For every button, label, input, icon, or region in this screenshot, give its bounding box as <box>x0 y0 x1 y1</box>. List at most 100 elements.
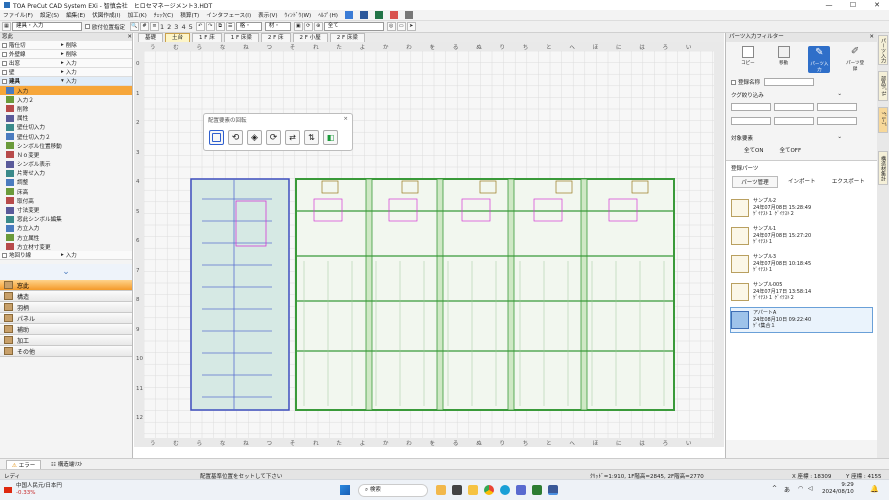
collapse-arrow-icon[interactable]: ⌄ <box>0 264 132 281</box>
view-icon[interactable]: ▣ <box>293 22 303 31</box>
section-bay-window[interactable]: 出窓 ▸ 入力 <box>0 59 132 68</box>
word-icon[interactable] <box>360 11 368 19</box>
panel-close-icon[interactable]: ✕ <box>127 33 132 41</box>
flip-vertical-button[interactable]: ⇅ <box>304 130 319 145</box>
redo-icon[interactable]: ↷ <box>205 22 215 31</box>
nav-item[interactable]: 補助 <box>0 324 132 336</box>
structure-list-tab[interactable]: ☷ 構造端ﾘｽﾄ <box>46 460 87 468</box>
app-shortcut-icon[interactable] <box>345 11 353 19</box>
nav-item[interactable]: 羽柄 <box>0 302 132 314</box>
parts-card[interactable]: アパートA 24年08月10日 09:22:40 ｹﾞｲ集合１ <box>730 307 873 333</box>
tab-sill[interactable]: 土台 <box>165 32 191 43</box>
dock-select[interactable]: 全て <box>323 22 384 31</box>
parts-card[interactable]: サンプル005 24年07月17日 13:58:14 ｹﾞｲﾃｽﾄ１ ｹﾞｲﾃｽﾄ２ <box>730 279 873 305</box>
tray-chevron-icon[interactable]: ^ <box>772 485 777 492</box>
side-tab-parts[interactable]: パーツ入力 <box>878 35 888 65</box>
command-item[interactable]: 寸法変更 <box>0 205 132 214</box>
ime-indicator[interactable]: あ <box>784 485 790 494</box>
tab-1f-floor[interactable]: 1 F 床 <box>192 32 222 43</box>
menu-window[interactable]: ｳｨﾝﾄﾞｳ(W) <box>285 11 312 19</box>
command-item[interactable]: 壁仕切入力 <box>0 123 132 132</box>
tab-2f-floor-beam[interactable]: 2 F 床梁 <box>329 32 365 43</box>
list-icon[interactable]: ☰ <box>225 22 235 31</box>
menu-process[interactable]: 加工(K) <box>128 11 147 19</box>
section-wall[interactable]: 壁 ▸ 入力 <box>0 68 132 77</box>
command-item[interactable]: 入力２ <box>0 95 132 104</box>
nav-item[interactable]: パネル <box>0 313 132 325</box>
rotate-none-button[interactable] <box>209 130 224 145</box>
section-ground-line[interactable]: 地回り線 ▸ 入力 <box>0 251 132 261</box>
floor-num-1[interactable]: 1 <box>160 23 164 31</box>
notification-icon[interactable]: 🔔 <box>870 485 879 493</box>
image-icon[interactable] <box>390 11 398 19</box>
command-item[interactable]: 属性 <box>0 114 132 123</box>
export-button[interactable]: エクスポート <box>826 176 871 188</box>
floor-num-5[interactable]: 5 <box>189 23 193 31</box>
copy-tool-button[interactable]: コピー <box>737 46 759 73</box>
command-item[interactable]: シンボル表示 <box>0 160 132 169</box>
menu-estimate[interactable]: 積算(T) <box>180 11 199 19</box>
menu-view[interactable]: 表示(V) <box>258 11 277 19</box>
command-item[interactable]: 調整 <box>0 178 132 187</box>
section-stair-partition[interactable]: 階仕切 ▸ 削除 <box>0 41 132 50</box>
tag-filter-1[interactable] <box>731 103 771 111</box>
reset-rotation-button[interactable]: ◧ <box>323 130 338 145</box>
parts-register-tool-button[interactable]: ✐ パーツ登録 <box>844 46 866 73</box>
side-tab-group[interactable]: ｸﾞﾙｰﾌﾟ <box>878 107 888 133</box>
import-button[interactable]: インポート <box>782 176 822 188</box>
panel-close-icon[interactable]: ✕ <box>869 33 877 42</box>
cad-app-icon[interactable] <box>548 485 558 495</box>
arrow-icon[interactable]: ➤ <box>406 22 416 31</box>
floor-num-3[interactable]: 3 <box>174 23 178 31</box>
command-item[interactable]: 方立材寸変更 <box>0 242 132 251</box>
dialog-close-button[interactable]: × <box>343 116 348 124</box>
layer-icon[interactable]: ≡ <box>150 22 160 31</box>
command-item[interactable]: 方立属性 <box>0 233 132 242</box>
command-item[interactable]: Ｎｏ変更 <box>0 150 132 159</box>
nav-item[interactable]: 構造 <box>0 291 132 303</box>
target-icon[interactable]: ◎ <box>386 22 396 31</box>
menu-settings[interactable]: 設定(S) <box>40 11 59 19</box>
tab-1f-floor-beam[interactable]: 1 F 床梁 <box>223 32 259 43</box>
menu-help[interactable]: ﾍﾙﾌﾟ(H) <box>318 11 338 19</box>
parts-card[interactable]: サンプル1 24年07月08日 15:27:20 ｹﾞｲﾃｽﾄ１ <box>730 223 873 249</box>
tag-filter-3[interactable] <box>817 103 857 111</box>
tag-filter-4[interactable] <box>731 117 771 125</box>
move-tool-button[interactable]: 移動 <box>773 46 795 73</box>
rotate-180-button[interactable]: ◈ <box>247 130 262 145</box>
command-item[interactable]: 片寄せ入力 <box>0 169 132 178</box>
floor-num-4[interactable]: 4 <box>181 23 185 31</box>
volume-icon[interactable]: ◁ <box>808 485 813 492</box>
command-item[interactable]: 取付高 <box>0 196 132 205</box>
wifi-icon[interactable]: ◠ <box>798 485 803 492</box>
taskbar-search[interactable]: ⌕ 検索 <box>358 484 428 497</box>
flip-horizontal-button[interactable]: ⇄ <box>285 130 300 145</box>
parts-card[interactable]: サンプル2 24年07月08日 15:28:49 ｹﾞｲﾃｽﾄ１ ｹﾞｲﾃｽﾄ２ <box>730 195 873 221</box>
command-item[interactable]: 削除 <box>0 104 132 113</box>
command-item[interactable]: 方立入力 <box>0 224 132 233</box>
close-button[interactable]: ✕ <box>865 0 889 10</box>
maximize-button[interactable]: ☐ <box>841 0 865 10</box>
menu-edit[interactable]: 編集(E) <box>66 11 85 19</box>
parts-manage-button[interactable]: パーツ管理 <box>732 176 778 188</box>
app-icon-3[interactable] <box>532 485 542 495</box>
side-tab-components[interactable]: 部品ﾊﾟﾈﾙ <box>878 71 888 101</box>
minimize-button[interactable]: — <box>817 0 841 10</box>
tool-icon[interactable]: ▦ <box>2 22 11 31</box>
command-item[interactable]: 壁仕切入力２ <box>0 132 132 141</box>
all-off-button[interactable]: 全てOFF <box>779 146 801 154</box>
folder-icon[interactable]: ▭ <box>396 22 406 31</box>
building-outline[interactable] <box>295 178 675 411</box>
position-check-checkbox[interactable] <box>85 24 90 29</box>
cut-select[interactable]: 材・ <box>264 22 291 31</box>
clock[interactable]: 9:29 2024/08/10 <box>822 482 854 496</box>
chevron-down-icon[interactable]: ⌄ <box>837 134 872 142</box>
pin-icon[interactable]: ⊕ <box>313 22 323 31</box>
mode-select[interactable]: 建具・入力 <box>12 22 82 31</box>
tab-foundation[interactable]: 基礎 <box>138 32 164 43</box>
chevron-down-icon[interactable]: ⌄ <box>837 91 872 99</box>
side-tab-summary[interactable]: 構造材集計 <box>878 151 888 185</box>
section-outer-wall[interactable]: 外壁線 ▸ 削除 <box>0 50 132 59</box>
floor-plan[interactable] <box>144 51 714 438</box>
zoom-icon[interactable]: 🔍 <box>130 22 140 31</box>
